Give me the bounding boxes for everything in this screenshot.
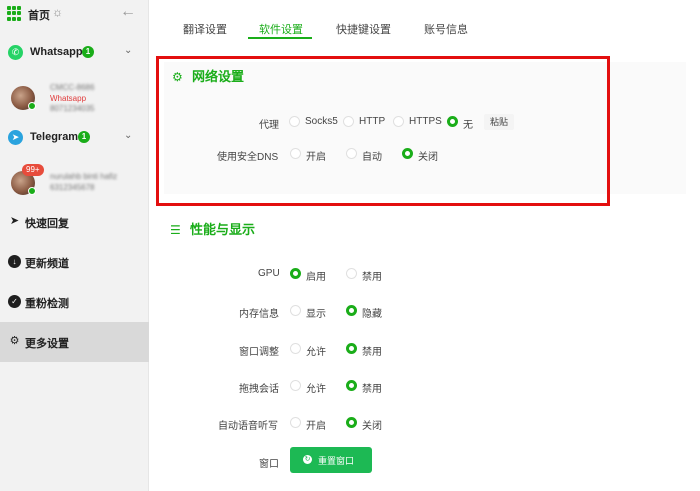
option-label: 关闭 [362,421,382,432]
option-label: 禁用 [362,347,382,358]
radio-button[interactable] [290,343,301,354]
radio-button[interactable] [290,417,301,428]
radio-button[interactable] [346,268,357,279]
whatsapp-account[interactable]: CMCC-8686 Whatsapp 8071234035 [0,75,149,125]
collapse-arrow-icon[interactable]: ← [120,3,136,21]
cloud-download-icon: ↓ [8,255,21,268]
nav-duplicate-check[interactable]: ✓ 重粉检测 [0,282,149,322]
sidebar: 首页 ☼ ← ✆ Whatsapp 1 ⌄ CMCC-8686 Whatsapp… [0,0,149,491]
unread-badge: 99+ [22,164,44,176]
highlight-box [156,56,610,206]
nav-update-channel-label: 更新频道 [25,258,69,270]
whatsapp-count-badge: 1 [82,46,94,58]
performance-title-text: 性能与显示 [190,222,256,237]
radio-button[interactable] [290,305,301,316]
option-label: 禁用 [362,272,382,283]
account-name: nurulahb binti hafiz [50,172,118,181]
home-label[interactable]: 首页 [28,7,50,23]
nav-update-channel[interactable]: ↓ 更新频道 [0,242,149,282]
radio-button-selected[interactable] [346,305,357,316]
chevron-down-icon[interactable]: ⌄ [124,130,132,141]
drag-session-label: 拖拽会话 [239,384,279,395]
gear-icon: ⚙ [9,335,20,347]
account-number: 6312345678 [50,183,95,192]
check-circle-icon: ✓ [8,295,21,308]
tab-account-info[interactable]: 账号信息 [424,21,468,37]
section-whatsapp-title: Whatsapp [30,46,83,58]
tab-translation[interactable]: 翻译设置 [183,21,227,37]
account-number: 8071234035 [50,104,95,113]
option-label: 开启 [306,421,326,432]
performance-title: ☰ 性能与显示 [170,219,255,238]
sliders-icon: ☰ [170,223,181,237]
sidebar-top-bar: 首页 ☼ ← [0,0,149,28]
whatsapp-icon: ✆ [8,45,23,60]
reset-window-label: 重置窗口 [318,456,355,466]
send-icon: ➤ [9,215,20,227]
online-status-dot [28,187,36,195]
memory-info-label: 内存信息 [239,309,279,320]
nav-more-settings[interactable]: ⚙ 更多设置 [0,322,149,362]
active-tab-indicator [248,37,312,39]
voice-dictation-label: 自动语音听写 [218,421,278,432]
telegram-count-badge: 1 [78,131,90,143]
tab-software[interactable]: 软件设置 [259,21,303,37]
section-telegram-title: Telegram [30,131,79,143]
refresh-icon: ↻ [303,455,312,464]
nav-quick-reply[interactable]: ➤ 快速回复 [0,202,149,242]
theme-sun-icon[interactable]: ☼ [52,5,63,19]
option-label: 禁用 [362,384,382,395]
option-label: 显示 [306,309,326,320]
gpu-label: GPU [258,268,280,279]
online-status-dot [28,102,36,110]
account-status: Whatsapp [50,94,87,103]
nav-quick-reply-label: 快速回复 [25,218,69,230]
tab-shortcuts[interactable]: 快捷键设置 [336,21,391,37]
account-name: CMCC-8686 [50,83,95,92]
settings-tabs: 翻译设置 软件设置 快捷键设置 账号信息 [149,0,700,42]
option-label: 允许 [306,347,326,358]
option-label: 允许 [306,384,326,395]
option-label: 启用 [306,272,326,283]
chevron-down-icon[interactable]: ⌄ [124,45,132,56]
radio-button-selected[interactable] [290,268,301,279]
section-telegram[interactable]: ➤ Telegram 1 ⌄ [0,126,149,150]
reset-window-button[interactable]: ↻ 重置窗口 [290,447,372,473]
window-resize-label: 窗口调整 [239,347,279,358]
radio-button-selected[interactable] [346,417,357,428]
radio-button-selected[interactable] [346,380,357,391]
radio-button-selected[interactable] [346,343,357,354]
nav-more-settings-label: 更多设置 [25,338,69,350]
nav-duplicate-check-label: 重粉检测 [25,298,69,310]
apps-grid-icon[interactable] [7,6,22,21]
radio-button[interactable] [290,380,301,391]
section-whatsapp[interactable]: ✆ Whatsapp 1 ⌄ [0,41,149,65]
option-label: 隐藏 [362,309,382,320]
window-label: 窗口 [259,459,279,470]
telegram-icon: ➤ [8,130,23,145]
